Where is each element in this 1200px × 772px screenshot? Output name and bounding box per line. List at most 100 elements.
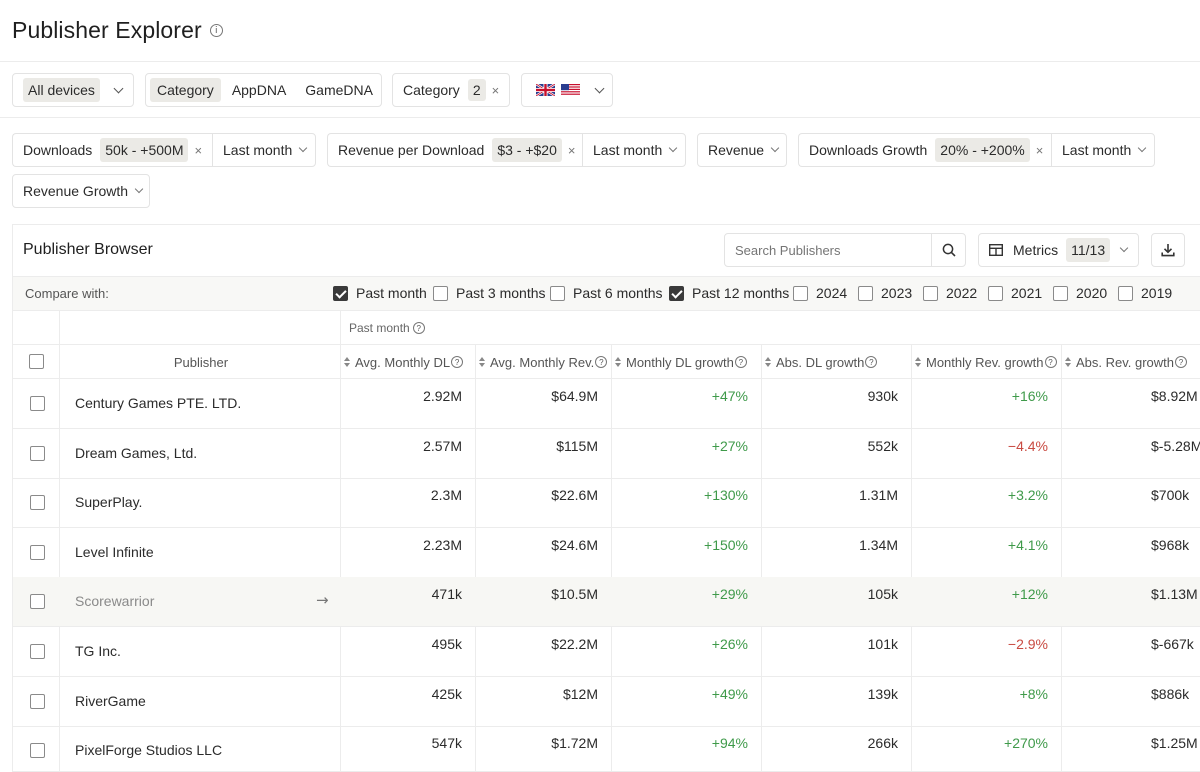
publisher-name[interactable]: RiverGame <box>75 693 146 709</box>
metric-column-header[interactable]: Abs. Rev. growth? <box>1065 345 1188 379</box>
row-checkbox[interactable] <box>30 495 45 511</box>
search-button[interactable] <box>931 234 965 266</box>
table-row[interactable]: Dream Games, Ltd. 2.57M $115M +27% 552k −4.4%… <box>13 429 1200 479</box>
metrics-select[interactable]: Metrics 11/13 <box>978 233 1139 267</box>
dl-growth-period-select[interactable]: Last month <box>1051 133 1155 167</box>
publisher-name[interactable]: SuperPlay. <box>75 494 142 510</box>
select-all-checkbox[interactable] <box>29 354 44 369</box>
page-header: Publisher Explorer i <box>0 0 1200 62</box>
metric-column-header[interactable]: Monthly Rev. growth? <box>915 345 1057 379</box>
metric-cell: 1.34M <box>859 536 898 553</box>
dl-growth-period-value: Last month <box>1062 142 1132 158</box>
row-checkbox[interactable] <box>30 693 45 709</box>
publisher-column-header[interactable]: Publisher <box>61 345 341 379</box>
publisher-name[interactable]: Scorewarrior <box>75 593 154 609</box>
revenue-filter[interactable]: Revenue <box>697 133 787 167</box>
search-publishers <box>724 233 966 267</box>
metric-cell: $8.92M <box>1151 388 1198 404</box>
downloads-period-select[interactable]: Last month <box>212 133 316 167</box>
clear-downloads-icon[interactable]: × <box>194 143 202 158</box>
compare-checkbox[interactable] <box>923 286 938 301</box>
clear-dl-growth-icon[interactable]: × <box>1036 143 1044 158</box>
tab-appdna[interactable]: AppDNA <box>232 82 286 98</box>
help-icon[interactable]: ? <box>1175 356 1188 368</box>
row-checkbox[interactable] <box>30 644 45 659</box>
publisher-name[interactable]: PixelForge Studios LLC <box>75 742 222 758</box>
devices-select[interactable]: All devices <box>12 73 134 107</box>
metric-column-header[interactable]: Avg. Monthly DL? <box>344 345 464 379</box>
category-filter[interactable]: Category 2 × <box>392 73 510 107</box>
metric-cell: +130% <box>704 487 748 504</box>
compare-checkbox[interactable] <box>988 286 1003 301</box>
table-row[interactable]: SuperPlay. 2.3M $22.6M +130% 1.31M +3.2% $700k <box>13 478 1200 529</box>
downloads-filter[interactable]: Downloads 50k - +500M × <box>12 133 213 167</box>
publisher-name[interactable]: Dream Games, Ltd. <box>75 445 197 461</box>
chevron-down-icon <box>299 143 308 153</box>
compare-checkbox[interactable] <box>333 286 348 301</box>
metric-column-header[interactable]: Monthly DL growth? <box>615 345 747 379</box>
compare-checkbox[interactable] <box>858 286 873 301</box>
row-checkbox[interactable] <box>30 445 45 461</box>
row-checkbox[interactable] <box>30 743 45 759</box>
help-icon[interactable]: ? <box>1044 356 1057 368</box>
table-row[interactable]: PixelForge Studios LLC 547k $1.72M +94% 266k… <box>13 726 1200 771</box>
metric-cell: +47% <box>711 388 748 404</box>
table-row[interactable]: TG Inc. 495k $22.2M +26% 101k −2.9% $-667k <box>13 627 1200 677</box>
metric-cell: $24.6M <box>551 536 598 553</box>
column-header-label: Monthly DL growth <box>626 354 734 370</box>
help-icon[interactable]: ? <box>865 356 878 368</box>
help-icon[interactable]: ? <box>451 356 464 368</box>
row-checkbox[interactable] <box>30 396 45 411</box>
compare-checkbox[interactable] <box>793 286 808 301</box>
help-icon[interactable]: ? <box>734 356 747 368</box>
publisher-name[interactable]: Level Infinite <box>75 544 154 560</box>
table-icon <box>989 244 1003 256</box>
row-checkbox[interactable] <box>30 544 45 560</box>
compare-checkbox[interactable] <box>550 286 565 301</box>
publisher-name[interactable]: TG Inc. <box>75 643 121 659</box>
help-icon[interactable]: ? <box>595 356 608 368</box>
table-row[interactable]: Level Infinite 2.23M $24.6M +150% 1.34M +4.1%… <box>13 528 1200 578</box>
table-row[interactable]: Scorewarrior → 471k $10.5M +29% 105k +12% $1.13… <box>13 577 1200 628</box>
rpd-filter[interactable]: Revenue per Download $3 - +$20 × <box>327 133 583 167</box>
column-header-label: Monthly Rev. growth <box>926 354 1044 370</box>
table-row[interactable]: RiverGame 425k $12M +49% 139k +8% $886k <box>13 677 1200 727</box>
row-checkbox[interactable] <box>30 594 45 610</box>
metric-cell: +26% <box>711 636 748 652</box>
table-row[interactable]: Century Games PTE. LTD. 2.92M $64.9M +47% 93… <box>13 379 1200 429</box>
search-input[interactable] <box>735 242 925 258</box>
clear-rpd-icon[interactable]: × <box>568 143 576 158</box>
arrow-right-icon[interactable]: → <box>316 591 329 609</box>
compare-checkbox[interactable] <box>1118 286 1133 301</box>
metrics-label: Metrics <box>1013 242 1059 258</box>
compare-checkbox[interactable] <box>669 286 684 301</box>
column-group-past-month: Past month ? <box>349 321 425 335</box>
dl-growth-filter[interactable]: Downloads Growth 20% - +200% × <box>798 133 1052 167</box>
downloads-label: Downloads <box>23 142 93 158</box>
panel-header: Publisher Browser Metrics 11/13 <box>13 225 1200 277</box>
country-select[interactable] <box>521 73 613 107</box>
revenue-growth-filter[interactable]: Revenue Growth <box>12 174 150 208</box>
tab-category[interactable]: Category <box>150 78 221 102</box>
sort-icon <box>344 357 351 367</box>
metric-column-header[interactable]: Avg. Monthly Rev.? <box>479 345 608 379</box>
column-header-label: Abs. Rev. growth <box>1076 354 1175 370</box>
download-button[interactable] <box>1151 233 1185 267</box>
clear-category-icon[interactable]: × <box>492 83 500 98</box>
rpd-period-select[interactable]: Last month <box>582 133 686 167</box>
tab-gamedna[interactable]: GameDNA <box>305 82 373 98</box>
compare-option-label: 2021 <box>1011 285 1043 301</box>
search-icon <box>942 243 956 257</box>
compare-checkbox[interactable] <box>433 286 448 301</box>
sort-icon <box>765 357 772 367</box>
compare-option-label: 2019 <box>1141 285 1173 301</box>
compare-option-label: 2023 <box>881 285 913 301</box>
metric-cell: 2.92M <box>423 388 462 404</box>
info-icon[interactable]: i <box>209 24 223 37</box>
metric-cell: +29% <box>711 586 748 603</box>
compare-checkbox[interactable] <box>1053 286 1068 301</box>
metric-column-header[interactable]: Abs. DL growth? <box>765 345 878 379</box>
metric-cell: +12% <box>1011 586 1048 603</box>
publisher-name[interactable]: Century Games PTE. LTD. <box>75 395 241 411</box>
help-icon[interactable]: ? <box>412 322 425 334</box>
